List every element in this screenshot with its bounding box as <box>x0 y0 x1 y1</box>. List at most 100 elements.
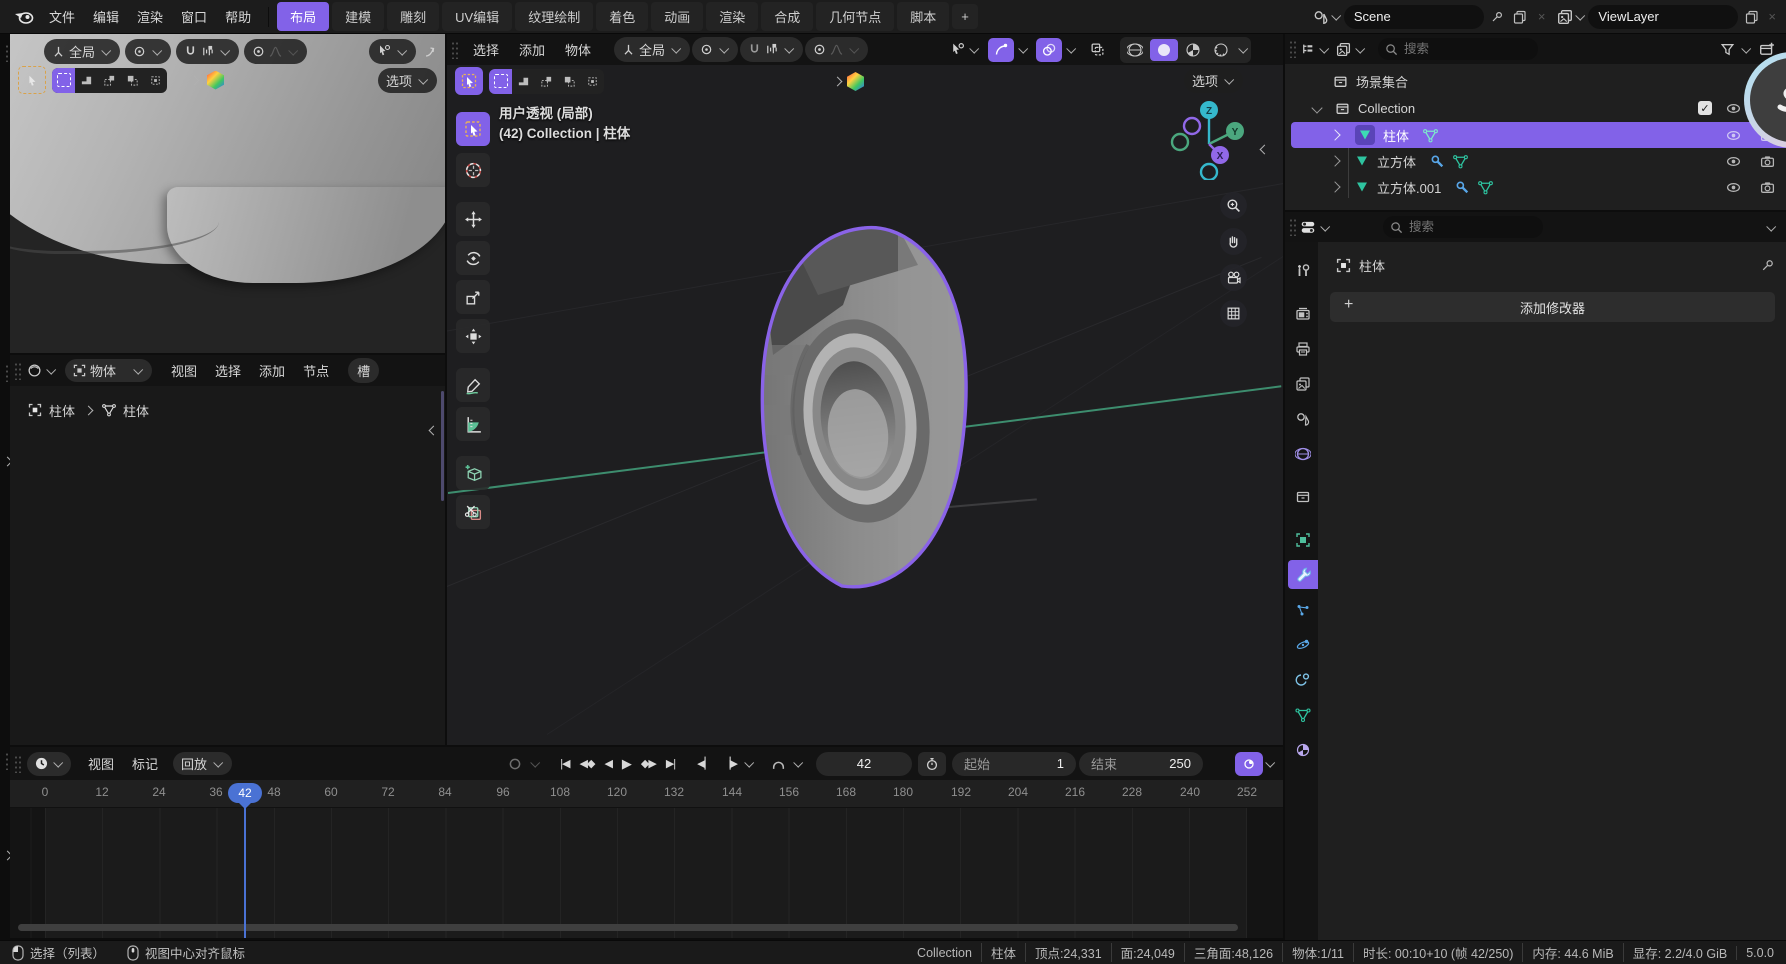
pin-icon[interactable] <box>1486 10 1508 24</box>
scene-dropdown-chevron[interactable] <box>1331 11 1341 21</box>
zoom-button[interactable] <box>1220 192 1247 219</box>
filter-icon[interactable] <box>1715 42 1739 57</box>
workspace-tab-layout[interactable]: 布局 <box>277 2 329 31</box>
shader-menu-add[interactable]: 添加 <box>250 361 294 380</box>
gizmo-minus-z-axis[interactable] <box>1201 164 1217 180</box>
outliner-row-collection[interactable]: Collection ✓ <box>1285 95 1786 121</box>
select-mode-extend[interactable] <box>512 69 535 94</box>
options-dropdown[interactable]: 选项 <box>1184 68 1243 93</box>
visibility-dropdown[interactable] <box>950 42 980 57</box>
sync-mode-button[interactable] <box>1235 752 1263 776</box>
active-tool-button[interactable] <box>455 67 483 95</box>
outliner-display-mode-dropdown[interactable] <box>1336 42 1366 57</box>
shader-object-selector[interactable]: 物体 <box>65 359 152 382</box>
prev-keyframe-button[interactable]: ◀◆ <box>575 757 600 770</box>
editor-type-dropdown[interactable] <box>1300 42 1330 57</box>
header-grip[interactable] <box>451 41 458 59</box>
chevron-down-icon[interactable] <box>1741 43 1751 53</box>
header-overflow-arrow[interactable] <box>190 75 200 85</box>
timeline-ruler[interactable]: 0 12 24 36 48 60 72 84 96 108 120 132 14… <box>10 780 1283 808</box>
chevron-down-icon[interactable] <box>1066 44 1076 54</box>
gizmos-toggle[interactable] <box>988 38 1014 62</box>
workspace-tab-uv[interactable]: UV编辑 <box>442 2 512 31</box>
hide-eye-icon[interactable] <box>1720 128 1746 143</box>
blender-logo-icon[interactable] <box>14 9 34 25</box>
move-tool[interactable] <box>456 202 490 236</box>
stopwatch-button[interactable] <box>918 752 946 776</box>
tab-scene[interactable] <box>1288 404 1318 433</box>
slot-selector[interactable]: 槽 <box>348 358 379 383</box>
new-scene-icon[interactable] <box>1508 10 1532 24</box>
snap-group[interactable] <box>176 39 239 64</box>
keying-set-icon[interactable] <box>765 756 791 771</box>
tab-constraints[interactable] <box>1288 665 1318 694</box>
tab-collection-props[interactable] <box>1288 482 1318 511</box>
shading-material-button[interactable] <box>1180 39 1206 61</box>
horizontal-scrollbar[interactable] <box>18 924 1238 931</box>
gizmo-minus-x-axis[interactable] <box>1184 118 1200 134</box>
viewport-menu-add[interactable]: 添加 <box>510 40 554 59</box>
scale-tool[interactable] <box>456 280 490 314</box>
collection-checkbox[interactable]: ✓ <box>1698 101 1712 115</box>
timeline-menu-marker[interactable]: 标记 <box>123 754 167 773</box>
workspace-tab-sculpting[interactable]: 雕刻 <box>387 2 439 31</box>
shader-scrollbar[interactable] <box>441 391 444 501</box>
header-overflow-arrow[interactable] <box>833 77 843 87</box>
hide-eye-icon[interactable] <box>1720 180 1746 195</box>
select-mode-new[interactable] <box>489 69 512 94</box>
expander-closed-icon[interactable] <box>1329 181 1340 192</box>
expander-closed-icon[interactable] <box>1329 129 1340 140</box>
chevron-down-icon[interactable] <box>744 758 754 768</box>
shading-wireframe-button[interactable] <box>1122 39 1148 61</box>
rotate-tool[interactable] <box>456 241 490 275</box>
select-mode-subtract[interactable] <box>98 68 121 93</box>
scene-name-field[interactable]: Scene <box>1344 5 1484 29</box>
add-workspace-button[interactable]: + <box>952 4 978 29</box>
new-viewlayer-icon[interactable] <box>1740 10 1764 24</box>
outliner-search-input[interactable] <box>1378 38 1538 60</box>
viewlayer-icon[interactable] <box>1557 9 1573 25</box>
camera-view-button[interactable] <box>1220 264 1247 291</box>
workspace-tab-modeling[interactable]: 建模 <box>332 2 384 31</box>
playhead-line[interactable] <box>244 807 246 938</box>
properties-search[interactable] <box>1383 216 1543 238</box>
overlays-toggle[interactable] <box>1036 38 1062 62</box>
workspace-tab-animation[interactable]: 动画 <box>651 2 703 31</box>
menu-help[interactable]: 帮助 <box>216 7 260 26</box>
properties-search-input[interactable] <box>1383 216 1543 238</box>
annotate-tool[interactable] <box>456 368 490 402</box>
jump-to-end-button[interactable]: ▶| <box>661 757 680 770</box>
fullscreen-arrow-icon[interactable] <box>421 44 441 58</box>
expander-open-icon[interactable] <box>1311 102 1322 113</box>
tab-object-data[interactable] <box>1288 700 1318 729</box>
timeline-tracks[interactable] <box>10 808 1283 938</box>
menu-edit[interactable]: 编辑 <box>84 7 128 26</box>
current-frame-field[interactable]: 42 <box>816 752 912 776</box>
select-mode-intersect[interactable] <box>144 68 167 93</box>
workspace-tab-compositing[interactable]: 合成 <box>761 2 813 31</box>
shading-rendered-button[interactable] <box>1208 39 1234 61</box>
disable-render-camera-icon[interactable] <box>1754 154 1780 169</box>
workspace-tab-geometry-nodes[interactable]: 几何节点 <box>816 2 894 31</box>
menu-file[interactable]: 文件 <box>40 7 84 26</box>
chevron-down-icon[interactable] <box>1265 758 1275 768</box>
chevron-down-icon[interactable] <box>1238 44 1248 54</box>
pivot-dropdown[interactable] <box>692 37 738 62</box>
select-mode-subtract[interactable] <box>535 69 558 94</box>
visibility-dropdown[interactable] <box>369 39 416 64</box>
header-grip[interactable] <box>14 755 21 773</box>
options-dropdown[interactable]: 选项 <box>378 68 437 93</box>
orientation-dropdown[interactable]: 全局 <box>44 39 120 64</box>
frame-end-field[interactable]: 结束250 <box>1079 752 1203 776</box>
current-frame-badge[interactable]: 42 <box>228 783 262 803</box>
tab-particles[interactable] <box>1288 595 1318 624</box>
tab-view-layer[interactable] <box>1288 369 1318 398</box>
expander-closed-icon[interactable] <box>1329 155 1340 166</box>
disable-render-camera-icon[interactable] <box>1754 180 1780 195</box>
add-primitive-tool[interactable] <box>456 456 490 490</box>
chevron-down-icon[interactable] <box>1766 221 1776 231</box>
workspace-tab-shading[interactable]: 着色 <box>596 2 648 31</box>
collapse-sidebar-arrow[interactable] <box>429 426 439 436</box>
timeline-menu-view[interactable]: 视图 <box>79 754 123 773</box>
header-grip[interactable] <box>1289 218 1296 236</box>
